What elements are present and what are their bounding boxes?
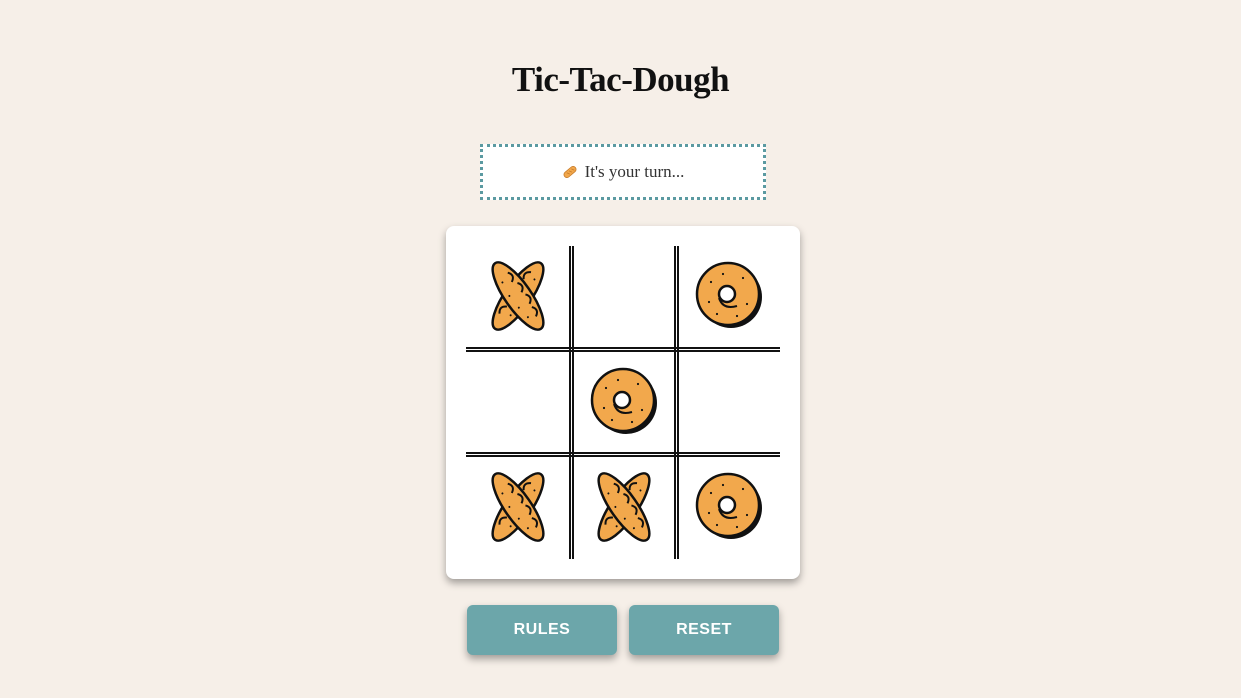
board-cell-2-1[interactable] [466,352,570,456]
baguette-icon [473,462,563,557]
rules-button[interactable]: RULES [467,605,617,655]
bagel-icon [588,366,660,443]
bagel-icon [693,260,765,337]
board-cell-2-2[interactable] [572,352,676,456]
reset-button[interactable]: RESET [629,605,779,655]
status-text: It's your turn... [584,162,685,181]
board-cell-3-1[interactable] [466,457,570,561]
game-page: Tic-Tac-Dough It's your turn... RULES RE… [0,0,1241,698]
status-box: It's your turn... [480,144,766,200]
board-cell-2-3[interactable] [677,352,781,456]
baguette-icon [473,251,563,346]
game-board [446,226,800,579]
baguette-icon [579,462,669,557]
board-cell-1-2[interactable] [572,246,676,350]
board-cell-3-2[interactable] [572,457,676,561]
bagel-icon [693,471,765,548]
board-cell-1-3[interactable] [677,246,781,350]
page-title: Tic-Tac-Dough [511,60,730,99]
board-cell-3-3[interactable] [677,457,781,561]
board-cell-1-1[interactable] [466,246,570,350]
board-grid [466,246,780,559]
baguette-icon [562,164,578,180]
